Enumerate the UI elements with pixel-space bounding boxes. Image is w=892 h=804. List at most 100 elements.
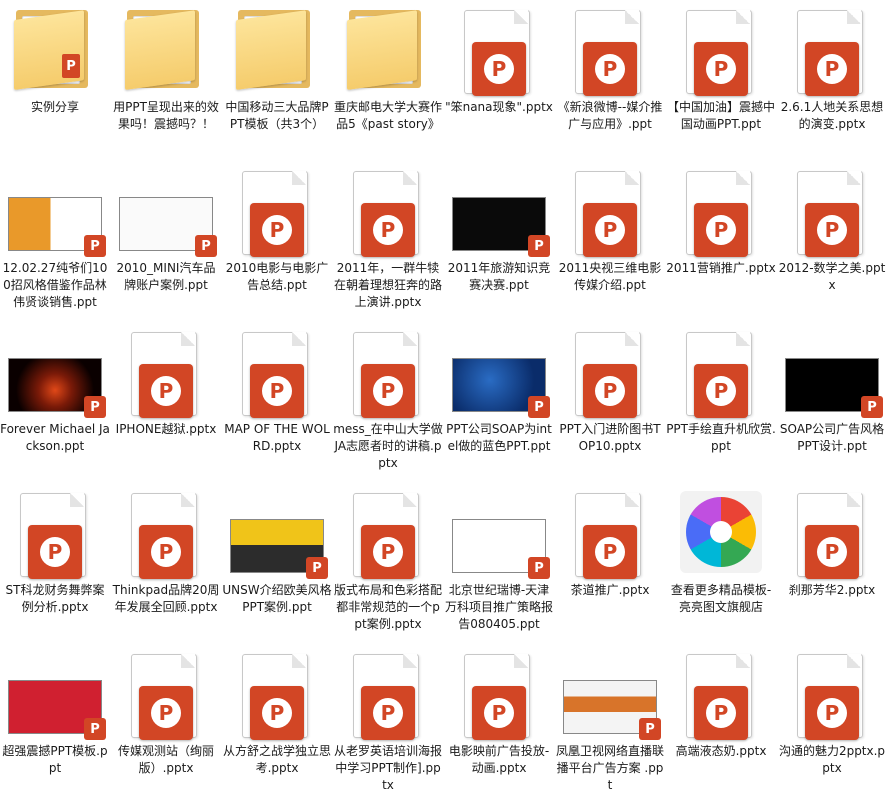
file-item[interactable]: P 高端液态奶.pptx xyxy=(666,646,776,804)
file-item[interactable]: P 刹那芳华2.pptx xyxy=(777,485,887,643)
file-label: 2012-数学之美.pptx xyxy=(778,261,886,292)
pptx-icon: P xyxy=(236,169,318,257)
file-label: 12.02.27纯爷们100招风格借鉴作品林伟贤谈销售.ppt xyxy=(2,261,108,309)
file-item[interactable]: P ST科龙财务舞弊案例分析.pptx xyxy=(0,485,110,643)
file-label: 2011营销推广.pptx xyxy=(666,261,776,275)
file-label: Forever Michael Jackson.ppt xyxy=(0,422,110,453)
file-label: 高端液态奶.pptx xyxy=(675,744,767,758)
pptx-icon: P xyxy=(791,8,873,96)
file-item[interactable]: 中国移动三大品牌PPT模板（共3个） xyxy=(222,2,332,160)
file-label: 查看更多精品模板-亮亮图文旗舰店 xyxy=(670,583,772,614)
file-item[interactable]: P 【中国加油】震撼中国动画PPT.ppt xyxy=(666,2,776,160)
file-item[interactable]: P 沟通的魅力2pptx.pptx xyxy=(777,646,887,804)
file-item[interactable]: P 从方舒之战学独立思考.pptx xyxy=(222,646,332,804)
file-label: 用PPT呈现出来的效果吗！震撼吗？！ xyxy=(113,100,219,131)
file-label: 2011年旅游知识竞赛决赛.ppt xyxy=(447,261,551,292)
store-logo-icon xyxy=(680,491,762,579)
file-item[interactable]: P PPT手绘直升机欣赏.ppt xyxy=(666,324,776,482)
file-label: 从方舒之战学独立思考.pptx xyxy=(222,744,331,775)
file-label: 刹那芳华2.pptx xyxy=(788,583,876,597)
file-item[interactable]: P 从老罗英语培训海报中学习PPT制作].pptx xyxy=(333,646,443,804)
file-item[interactable]: P 茶道推广.pptx xyxy=(555,485,665,643)
file-label: 传媒观测站（绚丽版）.pptx xyxy=(117,744,214,775)
pptx-icon: P xyxy=(569,491,651,579)
file-label: IPHONE越狱.pptx xyxy=(115,422,217,436)
pptx-icon: P xyxy=(125,491,207,579)
file-label: 【中国加油】震撼中国动画PPT.ppt xyxy=(666,100,775,131)
file-item[interactable]: P 12.02.27纯爷们100招风格借鉴作品林伟贤谈销售.ppt xyxy=(0,163,110,321)
file-label: UNSW介绍欧美风格PPT案例.ppt xyxy=(222,583,332,614)
file-label: 实例分享 xyxy=(30,100,79,114)
file-item[interactable]: P UNSW介绍欧美风格PPT案例.ppt xyxy=(222,485,332,643)
file-item[interactable]: 查看更多精品模板-亮亮图文旗舰店 xyxy=(666,485,776,643)
file-label: PPT公司SOAP为intel做的蓝色PPT.ppt xyxy=(446,422,552,453)
folder-icon: P xyxy=(14,8,96,96)
file-item[interactable]: P 2011年，一群牛犊在朝着理想狂奔的路上演讲.pptx xyxy=(333,163,443,321)
pptx-icon: P xyxy=(569,330,651,418)
pptx-icon: P xyxy=(791,491,873,579)
folder-icon xyxy=(125,8,207,96)
pptx-icon: P xyxy=(347,652,429,740)
ppt-thumbnail-icon: P xyxy=(8,169,106,257)
file-item[interactable]: P Thinkpad品牌20周年发展全回顾.pptx xyxy=(111,485,221,643)
file-item[interactable]: P SOAP公司广告风格PPT设计.ppt xyxy=(777,324,887,482)
file-item[interactable]: P 2011央视三维电影传媒介绍.ppt xyxy=(555,163,665,321)
file-item[interactable]: P 2.6.1人地关系思想的演变.pptx xyxy=(777,2,887,160)
file-item[interactable]: P 版式布局和色彩搭配都非常规范的一个ppt案例.pptx xyxy=(333,485,443,643)
file-label: 中国移动三大品牌PPT模板（共3个） xyxy=(225,100,329,131)
file-label: 2010电影与电影广告总结.ppt xyxy=(225,261,329,292)
file-label: 超强震撼PPT模板.ppt xyxy=(2,744,108,775)
file-item[interactable]: P PPT公司SOAP为intel做的蓝色PPT.ppt xyxy=(444,324,554,482)
file-item[interactable]: 重庆邮电大学大赛作品5《past story》 xyxy=(333,2,443,160)
file-item[interactable]: Pmess_在中山大学做JA志愿者时的讲稿.pptx xyxy=(333,324,443,482)
file-item[interactable]: P 超强震撼PPT模板.ppt xyxy=(0,646,110,804)
file-label: 2011年，一群牛犊在朝着理想狂奔的路上演讲.pptx xyxy=(333,261,442,309)
file-item[interactable]: 用PPT呈现出来的效果吗！震撼吗？！ xyxy=(111,2,221,160)
file-item[interactable]: P 2011营销推广.pptx xyxy=(666,163,776,321)
file-item[interactable]: P 《新浪微博--媒介推广与应用》.ppt xyxy=(555,2,665,160)
file-item[interactable]: P 实例分享 xyxy=(0,2,110,160)
file-label: 沟通的魅力2pptx.pptx xyxy=(778,744,886,775)
file-item[interactable]: P 2011年旅游知识竞赛决赛.ppt xyxy=(444,163,554,321)
file-label: 版式布局和色彩搭配都非常规范的一个ppt案例.pptx xyxy=(333,583,442,631)
pptx-icon: P xyxy=(236,330,318,418)
file-item[interactable]: P "笨nana现象".pptx xyxy=(444,2,554,160)
pptx-icon: P xyxy=(680,330,762,418)
ppt-thumbnail-icon: P xyxy=(785,330,883,418)
pptx-icon: P xyxy=(680,8,762,96)
file-label: 凤凰卫视网络直播联播平台广告方案 .ppt xyxy=(555,744,664,792)
file-label: SOAP公司广告风格PPT设计.ppt xyxy=(779,422,885,453)
file-label: PPT入门进阶图书TOP10.pptx xyxy=(559,422,661,453)
file-item[interactable]: P 北京世纪瑞博-天津万科项目推广策略报告080405.ppt xyxy=(444,485,554,643)
pptx-icon: P xyxy=(347,330,429,418)
ppt-thumbnail-icon: P xyxy=(452,491,550,579)
file-label: 北京世纪瑞博-天津万科项目推广策略报告080405.ppt xyxy=(444,583,553,631)
file-item[interactable]: P PPT入门进阶图书TOP10.pptx xyxy=(555,324,665,482)
file-label: 从老罗英语培训海报中学习PPT制作].pptx xyxy=(333,744,442,792)
file-item[interactable]: P 2012-数学之美.pptx xyxy=(777,163,887,321)
file-item[interactable]: P 2010电影与电影广告总结.ppt xyxy=(222,163,332,321)
file-item[interactable]: P 电影映前广告投放-动画.pptx xyxy=(444,646,554,804)
file-label: mess_在中山大学做JA志愿者时的讲稿.pptx xyxy=(333,422,443,470)
folder-icon xyxy=(236,8,318,96)
ppt-thumbnail-icon: P xyxy=(8,330,106,418)
file-label: 2.6.1人地关系思想的演变.pptx xyxy=(780,100,884,131)
pptx-icon: P xyxy=(458,8,540,96)
file-label: 茶道推广.pptx xyxy=(570,583,650,597)
file-item[interactable]: P 凤凰卫视网络直播联播平台广告方案 .ppt xyxy=(555,646,665,804)
file-item[interactable]: P MAP OF THE WOLRD.pptx xyxy=(222,324,332,482)
pptx-icon: P xyxy=(569,169,651,257)
file-label: MAP OF THE WOLRD.pptx xyxy=(224,422,330,453)
file-label: 重庆邮电大学大赛作品5《past story》 xyxy=(333,100,442,131)
file-item[interactable]: P IPHONE越狱.pptx xyxy=(111,324,221,482)
pptx-icon: P xyxy=(14,491,96,579)
file-item[interactable]: P 2010_MINI汽车品牌账户案例.ppt xyxy=(111,163,221,321)
ppt-thumbnail-icon: P xyxy=(452,169,550,257)
file-item[interactable]: P Forever Michael Jackson.ppt xyxy=(0,324,110,482)
file-label: 2010_MINI汽车品牌账户案例.ppt xyxy=(116,261,216,292)
ppt-thumbnail-icon: P xyxy=(563,652,661,740)
file-item[interactable]: P 传媒观测站（绚丽版）.pptx xyxy=(111,646,221,804)
pptx-icon: P xyxy=(791,169,873,257)
pptx-icon: P xyxy=(125,652,207,740)
ppt-thumbnail-icon: P xyxy=(119,169,217,257)
